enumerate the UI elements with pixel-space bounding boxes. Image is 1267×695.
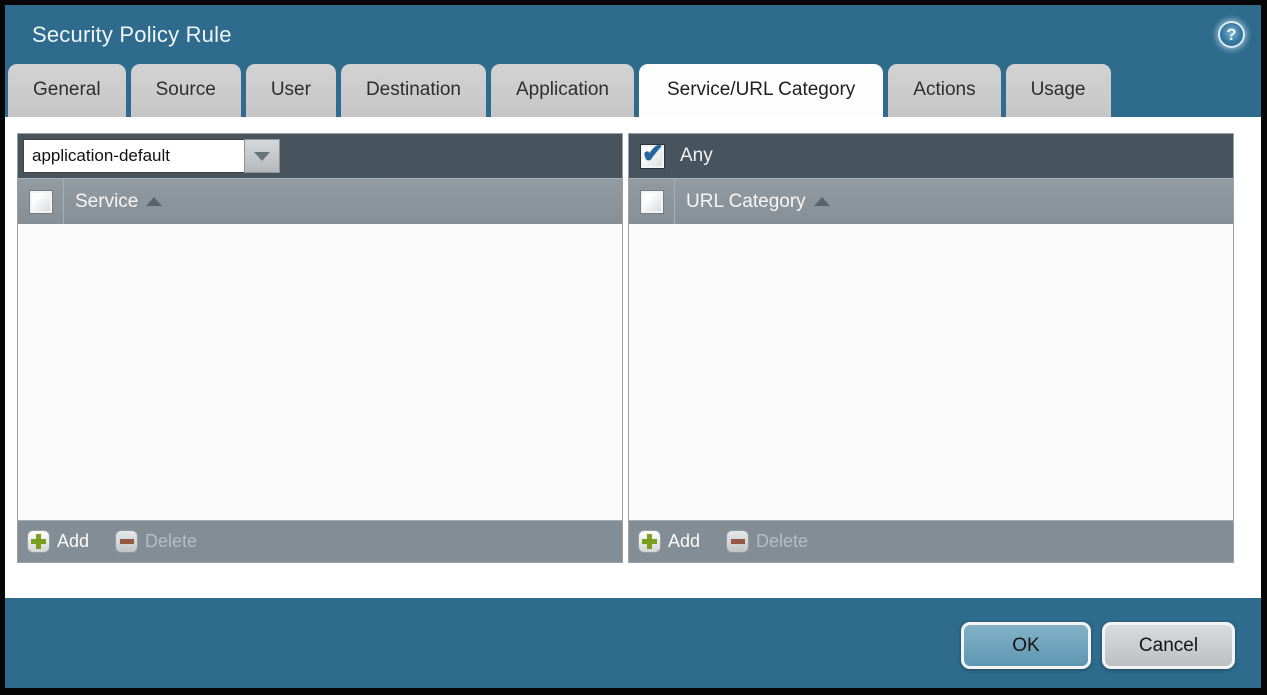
any-checkbox[interactable] xyxy=(640,144,665,169)
service-panel-footer: Add Delete xyxy=(18,520,622,562)
delete-button-label: Delete xyxy=(756,531,808,552)
service-panel-toolbar xyxy=(18,134,622,178)
help-icon[interactable]: ? xyxy=(1218,21,1245,48)
tab-application[interactable]: Application xyxy=(491,64,634,117)
tab-actions[interactable]: Actions xyxy=(888,64,1000,117)
url-category-select-all-checkbox[interactable] xyxy=(640,190,664,214)
service-type-dropdown-button[interactable] xyxy=(244,139,280,173)
dialog-footer: OK Cancel xyxy=(5,598,1261,688)
service-add-button[interactable]: Add xyxy=(27,530,89,553)
url-category-table-header: URL Category xyxy=(629,178,1233,224)
tab-bar: General Source User Destination Applicat… xyxy=(5,64,1261,117)
service-header-checkbox-cell xyxy=(18,179,64,224)
url-category-column-label: URL Category xyxy=(686,191,806,213)
sort-ascending-icon xyxy=(814,197,830,206)
tab-destination[interactable]: Destination xyxy=(341,64,486,117)
dialog-title: Security Policy Rule xyxy=(32,22,1218,48)
service-delete-button[interactable]: Delete xyxy=(115,530,197,553)
url-category-column-header[interactable]: URL Category xyxy=(686,191,830,213)
add-plus-icon xyxy=(27,530,50,553)
service-table-header: Service xyxy=(18,178,622,224)
url-category-panel: Any URL Category Add xyxy=(628,133,1234,563)
dialog-background: Security Policy Rule ? General Source Us… xyxy=(5,5,1261,688)
url-category-panel-toolbar: Any xyxy=(629,134,1233,178)
add-button-label: Add xyxy=(57,531,89,552)
url-category-any-row: Any xyxy=(634,144,713,169)
tab-content-service-url-category: Service Add Delete xyxy=(5,117,1261,598)
delete-minus-icon xyxy=(115,530,138,553)
tab-source[interactable]: Source xyxy=(131,64,241,117)
sort-ascending-icon xyxy=(146,197,162,206)
security-policy-rule-dialog: Security Policy Rule ? General Source Us… xyxy=(0,0,1267,695)
tab-user[interactable]: User xyxy=(246,64,336,117)
dialog-titlebar: Security Policy Rule ? xyxy=(5,5,1261,64)
service-select-all-checkbox[interactable] xyxy=(29,190,53,214)
delete-button-label: Delete xyxy=(145,531,197,552)
chevron-down-icon xyxy=(254,152,270,161)
service-column-header[interactable]: Service xyxy=(75,191,162,213)
url-category-panel-footer: Add Delete xyxy=(629,520,1233,562)
tab-general[interactable]: General xyxy=(8,64,126,117)
service-list-empty xyxy=(18,224,622,520)
url-category-delete-button[interactable]: Delete xyxy=(726,530,808,553)
ok-button[interactable]: OK xyxy=(961,622,1091,669)
add-plus-icon xyxy=(638,530,661,553)
service-type-dropdown-value[interactable] xyxy=(23,139,244,173)
tab-usage[interactable]: Usage xyxy=(1006,64,1111,117)
service-panel: Service Add Delete xyxy=(17,133,623,563)
add-button-label: Add xyxy=(668,531,700,552)
delete-minus-icon xyxy=(726,530,749,553)
url-category-add-button[interactable]: Add xyxy=(638,530,700,553)
url-category-header-checkbox-cell xyxy=(629,179,675,224)
url-category-list-empty xyxy=(629,224,1233,520)
cancel-button[interactable]: Cancel xyxy=(1102,622,1235,669)
service-type-dropdown[interactable] xyxy=(23,139,280,173)
service-column-label: Service xyxy=(75,191,138,213)
tab-service-url-category[interactable]: Service/URL Category xyxy=(639,64,883,117)
any-checkbox-label: Any xyxy=(680,145,713,167)
